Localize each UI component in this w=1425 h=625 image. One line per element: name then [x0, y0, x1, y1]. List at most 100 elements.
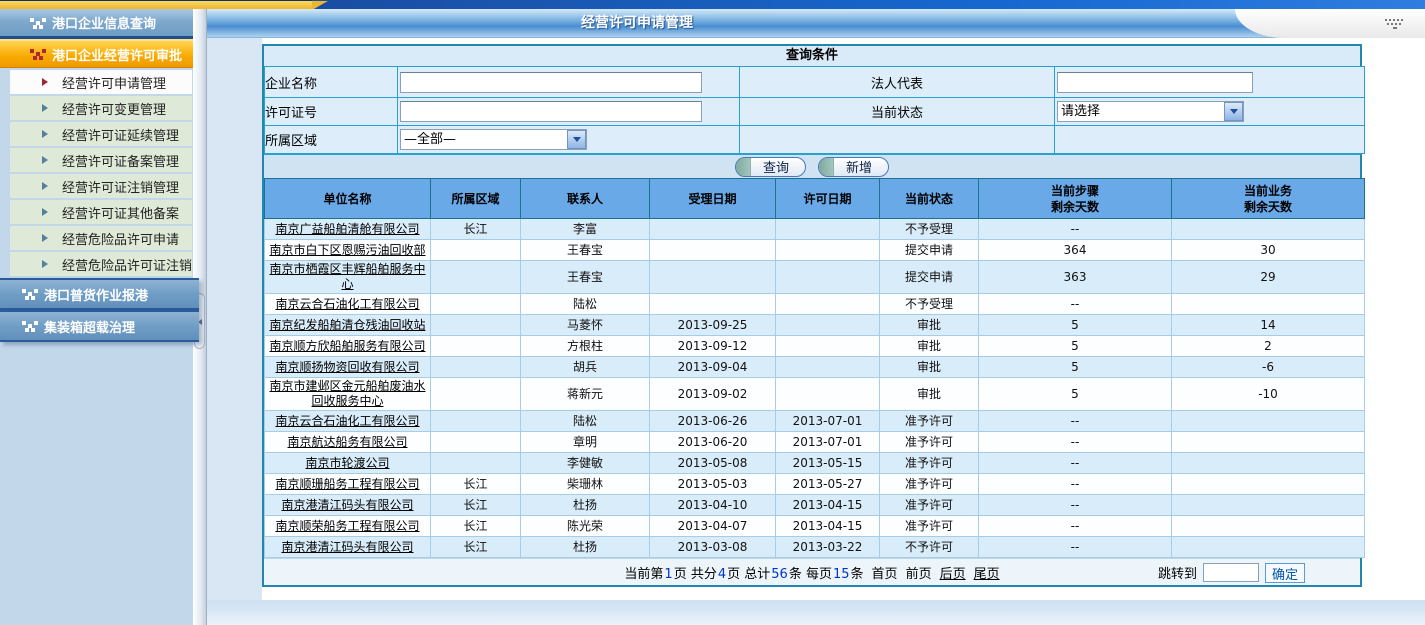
table-row: 南京市轮渡公司李健敏2013-05-082013-05-15准予许可-- — [265, 453, 1365, 474]
sidebar-item[interactable]: 经营许可证其他备案 — [10, 200, 192, 224]
arrow-right-icon — [42, 208, 48, 216]
sidebar-item[interactable]: 经营许可变更管理 — [10, 96, 192, 120]
cell: 14 — [1172, 315, 1365, 336]
legal-rep-input[interactable] — [1057, 72, 1253, 93]
company-link[interactable]: 南京港清江码头有限公司 — [281, 540, 413, 554]
page-number: 1 — [663, 567, 673, 582]
cell: -- — [979, 453, 1172, 474]
company-link[interactable]: 南京顺珊船务工程有限公司 — [275, 477, 419, 491]
sidebar-section-license-approval[interactable]: 港口企业经营许可审批 — [0, 39, 193, 68]
status-select[interactable]: 请选择 — [1057, 101, 1244, 122]
page-first-link[interactable]: 首页 — [872, 567, 898, 582]
license-no-input[interactable] — [400, 101, 702, 122]
cell — [431, 294, 521, 315]
query-panel: 查询条件 企业名称 法人代表 许可证号 当前状态 — [262, 44, 1362, 587]
company-link[interactable]: 南京市白下区恩赐污油回收部 — [269, 243, 425, 257]
cell: 提交申请 — [880, 261, 979, 294]
company-cell: 南京市白下区恩赐污油回收部 — [265, 240, 431, 261]
sidebar-item[interactable]: 经营许可申请管理 — [10, 70, 192, 94]
company-link[interactable]: 南京云合石油化工有限公司 — [275, 414, 419, 428]
cell — [650, 240, 776, 261]
cell — [431, 432, 521, 453]
table-row: 南京云合石油化工有限公司陆松不予受理-- — [265, 294, 1365, 315]
company-link[interactable]: 南京顺荣船务工程有限公司 — [275, 519, 419, 533]
cell: 柴珊林 — [521, 474, 650, 495]
sidebar-item[interactable]: 经营许可证延续管理 — [10, 122, 192, 146]
confirm-button[interactable]: 确定 — [1265, 563, 1305, 583]
sidebar-section-port-enterprise-info[interactable]: 港口企业信息查询 — [0, 9, 193, 39]
table-row: 南京港清江码头有限公司长江杜扬2013-03-082013-03-22不予许可-… — [265, 537, 1365, 558]
add-button[interactable]: 新增 — [818, 157, 889, 177]
table-row: 南京顺扬物资回收有限公司胡兵2013-09-04审批5-6 — [265, 357, 1365, 378]
page-next-link[interactable]: 后页 — [940, 567, 966, 582]
sidebar: 港口企业信息查询 港口企业经营许可审批 经营许可申请管理经营许可变更管理经营许可… — [0, 9, 193, 625]
company-link[interactable]: 南京航达船务有限公司 — [287, 435, 407, 449]
sidebar-item[interactable]: 经营危险品许可申请 — [10, 226, 192, 250]
cell: 2013-09-04 — [650, 357, 776, 378]
cell — [431, 357, 521, 378]
cell — [650, 294, 776, 315]
company-link[interactable]: 南京港清江码头有限公司 — [281, 498, 413, 512]
company-link[interactable]: 南京纪发船舶清仓残油回收站 — [269, 318, 425, 332]
sidebar-item-label: 经营许可证备案管理 — [62, 151, 179, 170]
page-last-link[interactable]: 尾页 — [974, 567, 1000, 582]
region-select[interactable]: —全部— — [400, 129, 587, 150]
cell — [776, 336, 880, 357]
sidebar-item-label: 经营许可证其他备案 — [62, 203, 179, 222]
search-button[interactable]: 查询 — [735, 157, 806, 177]
sidebar-item[interactable]: 经营危险品许可证注销 — [10, 252, 192, 276]
bottom-strip — [207, 600, 1425, 625]
sidebar-section[interactable]: 集装箱超载治理 — [0, 310, 199, 342]
company-cell: 南京航达船务有限公司 — [265, 432, 431, 453]
company-link[interactable]: 南京市轮渡公司 — [305, 456, 389, 470]
gold-stripe — [0, 0, 312, 9]
company-name-input[interactable] — [400, 72, 702, 93]
sidebar-item[interactable]: 经营许可证备案管理 — [10, 148, 192, 172]
sidebar-section[interactable]: 港口普货作业报港 — [0, 278, 199, 310]
cell — [776, 261, 880, 294]
table-row: 南京港清江码头有限公司长江杜扬2013-04-102013-04-15准予许可-… — [265, 495, 1365, 516]
cell: 29 — [1172, 261, 1365, 294]
cell: -- — [979, 219, 1172, 240]
page-summary: 当前第1页 共分4页 总计56条 每页15条 — [624, 563, 863, 582]
region-label: 所属区域 — [265, 126, 398, 154]
cell: 2013-03-08 — [650, 537, 776, 558]
cell: 提交申请 — [880, 240, 979, 261]
table-row: 南京云合石油化工有限公司陆松2013-06-262013-07-01准予许可-- — [265, 411, 1365, 432]
top-accent-bar — [0, 0, 1425, 9]
cell: 胡兵 — [521, 357, 650, 378]
company-cell: 南京云合石油化工有限公司 — [265, 411, 431, 432]
company-link[interactable]: 南京广益船舶清舱有限公司 — [275, 222, 419, 236]
company-cell: 南京纪发船舶清仓残油回收站 — [265, 315, 431, 336]
company-link[interactable]: 南京顺方欣船舶服务有限公司 — [269, 339, 425, 353]
table-row: 南京顺荣船务工程有限公司长江陈光荣2013-04-072013-04-15准予许… — [265, 516, 1365, 537]
page-prev-link[interactable]: 前页 — [906, 567, 932, 582]
sidebar-item[interactable]: 经营许可证注销管理 — [10, 174, 192, 198]
company-link[interactable]: 南京云合石油化工有限公司 — [275, 297, 419, 311]
company-link[interactable]: 南京顺扬物资回收有限公司 — [275, 360, 419, 374]
company-cell: 南京顺方欣船舶服务有限公司 — [265, 336, 431, 357]
cell: 长江 — [431, 516, 521, 537]
arrow-right-icon — [42, 260, 48, 268]
sidebar-item-label: 经营许可证注销管理 — [62, 177, 179, 196]
cell: -- — [979, 495, 1172, 516]
company-link[interactable]: 南京市栖霞区丰辉船舶服务中心 — [269, 262, 425, 291]
title-swoosh — [1235, 9, 1425, 38]
page-links: 首页前页后页尾页 — [864, 563, 1000, 582]
jump-page-input[interactable] — [1203, 563, 1259, 582]
query-form: 企业名称 法人代表 许可证号 当前状态 请选择 — [264, 66, 1365, 154]
content-area: 查询条件 企业名称 法人代表 许可证号 当前状态 — [207, 38, 1425, 625]
cell: 364 — [979, 240, 1172, 261]
cell: 2013-09-12 — [650, 336, 776, 357]
cell: -- — [979, 432, 1172, 453]
company-link[interactable]: 南京市建邺区金元船舶废油水回收服务中心 — [269, 379, 425, 408]
cell: 杜扬 — [521, 537, 650, 558]
cell: -- — [979, 411, 1172, 432]
cell: 363 — [979, 261, 1172, 294]
page-summary-text: 每页 — [802, 567, 832, 582]
cell: 长江 — [431, 495, 521, 516]
cell: 陈光荣 — [521, 516, 650, 537]
main-area: 经营许可申请管理 查询条件 企业名称 法人代表 许可证号 — [207, 9, 1425, 625]
page-number: 4 — [717, 567, 727, 582]
page-summary-text: 当前第 — [624, 567, 663, 582]
